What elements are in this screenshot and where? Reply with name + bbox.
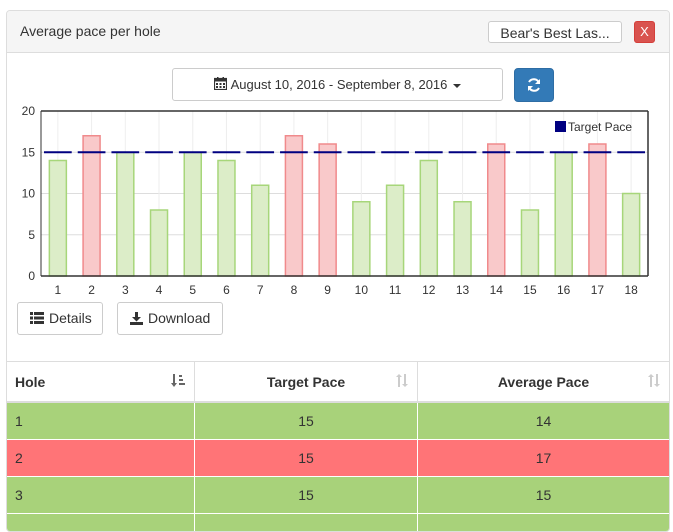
- cell-average-pace: 15: [418, 477, 670, 514]
- bar: [83, 136, 100, 276]
- cell-hole: [7, 514, 195, 532]
- column-header-average-pace[interactable]: Average Pace: [418, 362, 670, 402]
- x-tick-label: 11: [389, 283, 402, 297]
- bar: [184, 152, 201, 276]
- cell-target-pace: 15: [195, 440, 418, 477]
- cell-average-pace: 14: [418, 402, 670, 440]
- panel-header: Average pace per hole Bear's Best Las...…: [7, 11, 669, 53]
- bar: [218, 161, 235, 277]
- y-tick-label: 10: [22, 187, 36, 201]
- x-tick-label: 4: [156, 283, 163, 297]
- bar: [151, 210, 168, 276]
- bar: [454, 202, 471, 276]
- column-header-label: Target Pace: [267, 374, 345, 390]
- x-tick-label: 17: [591, 283, 605, 297]
- x-tick-label: 18: [624, 283, 638, 297]
- legend-swatch: [555, 121, 566, 132]
- close-button[interactable]: X: [634, 21, 655, 43]
- download-label: Download: [148, 310, 210, 326]
- x-tick-label: 5: [189, 283, 196, 297]
- sort-icon: [396, 374, 408, 387]
- x-tick-label: 10: [355, 283, 369, 297]
- caret-down-icon: [453, 84, 461, 88]
- cell-target-pace: 15: [195, 402, 418, 440]
- x-tick-label: 1: [55, 283, 62, 297]
- bar: [488, 144, 505, 276]
- course-select-button[interactable]: Bear's Best Las...: [488, 21, 622, 43]
- x-tick-label: 7: [257, 283, 264, 297]
- details-label: Details: [49, 310, 92, 326]
- bar: [319, 144, 336, 276]
- column-header-target-pace[interactable]: Target Pace: [195, 362, 418, 402]
- bar: [353, 202, 370, 276]
- sort-numeric-icon: [171, 374, 185, 387]
- cell-hole: 3: [7, 477, 195, 514]
- column-header-label: Hole: [15, 374, 45, 390]
- date-range-button[interactable]: August 10, 2016 - September 8, 2016: [172, 68, 503, 101]
- x-tick-label: 9: [324, 283, 331, 297]
- bar: [117, 152, 134, 276]
- y-tick-label: 15: [22, 145, 36, 159]
- bar: [420, 161, 437, 277]
- bar: [521, 210, 538, 276]
- table-row[interactable]: 2 15 17: [7, 440, 669, 477]
- x-tick-label: 15: [523, 283, 537, 297]
- x-tick-label: 13: [456, 283, 470, 297]
- column-header-hole[interactable]: Hole: [7, 362, 195, 402]
- cell-average-pace: [418, 514, 670, 532]
- x-tick-label: 6: [223, 283, 230, 297]
- cell-average-pace: 17: [418, 440, 670, 477]
- table-header-row: Hole Target Pace Average Pace: [7, 362, 669, 402]
- bar: [252, 185, 269, 276]
- x-tick-label: 8: [291, 283, 298, 297]
- x-tick-label: 3: [122, 283, 129, 297]
- details-button[interactable]: Details: [17, 302, 103, 335]
- x-tick-label: 14: [490, 283, 504, 297]
- table-row[interactable]: 1 15 14: [7, 402, 669, 440]
- calendar-icon: [214, 70, 227, 101]
- legend-label: Target Pace: [568, 120, 632, 134]
- bar: [589, 144, 606, 276]
- bar: [285, 136, 302, 276]
- x-tick-label: 2: [88, 283, 95, 297]
- refresh-button[interactable]: [514, 68, 554, 102]
- bar: [623, 194, 640, 277]
- bar: [49, 161, 66, 277]
- bar: [555, 152, 572, 276]
- cell-target-pace: 15: [195, 477, 418, 514]
- refresh-icon: [526, 77, 542, 93]
- list-icon: [30, 312, 44, 324]
- pace-panel: Average pace per hole Bear's Best Las...…: [6, 10, 670, 532]
- download-button[interactable]: Download: [117, 302, 223, 335]
- pace-table: Hole Target Pace Average Pace: [7, 362, 669, 532]
- bar: [387, 185, 404, 276]
- x-tick-label: 16: [557, 283, 571, 297]
- column-header-label: Average Pace: [498, 374, 589, 390]
- download-icon: [130, 312, 143, 325]
- y-tick-label: 20: [22, 106, 36, 118]
- cell-hole: 2: [7, 440, 195, 477]
- panel-title: Average pace per hole: [20, 23, 161, 39]
- cell-target-pace: [195, 514, 418, 532]
- cell-hole: 1: [7, 402, 195, 440]
- y-tick-label: 5: [28, 228, 35, 242]
- pace-bar-chart: 05101520123456789101112131415161718Targe…: [7, 106, 669, 301]
- x-tick-label: 12: [422, 283, 436, 297]
- date-range-label: August 10, 2016 - September 8, 2016: [231, 77, 448, 92]
- sort-icon: [648, 374, 660, 387]
- y-tick-label: 0: [28, 269, 35, 283]
- table-row[interactable]: 3 15 15: [7, 477, 669, 514]
- table-row[interactable]: [7, 514, 669, 532]
